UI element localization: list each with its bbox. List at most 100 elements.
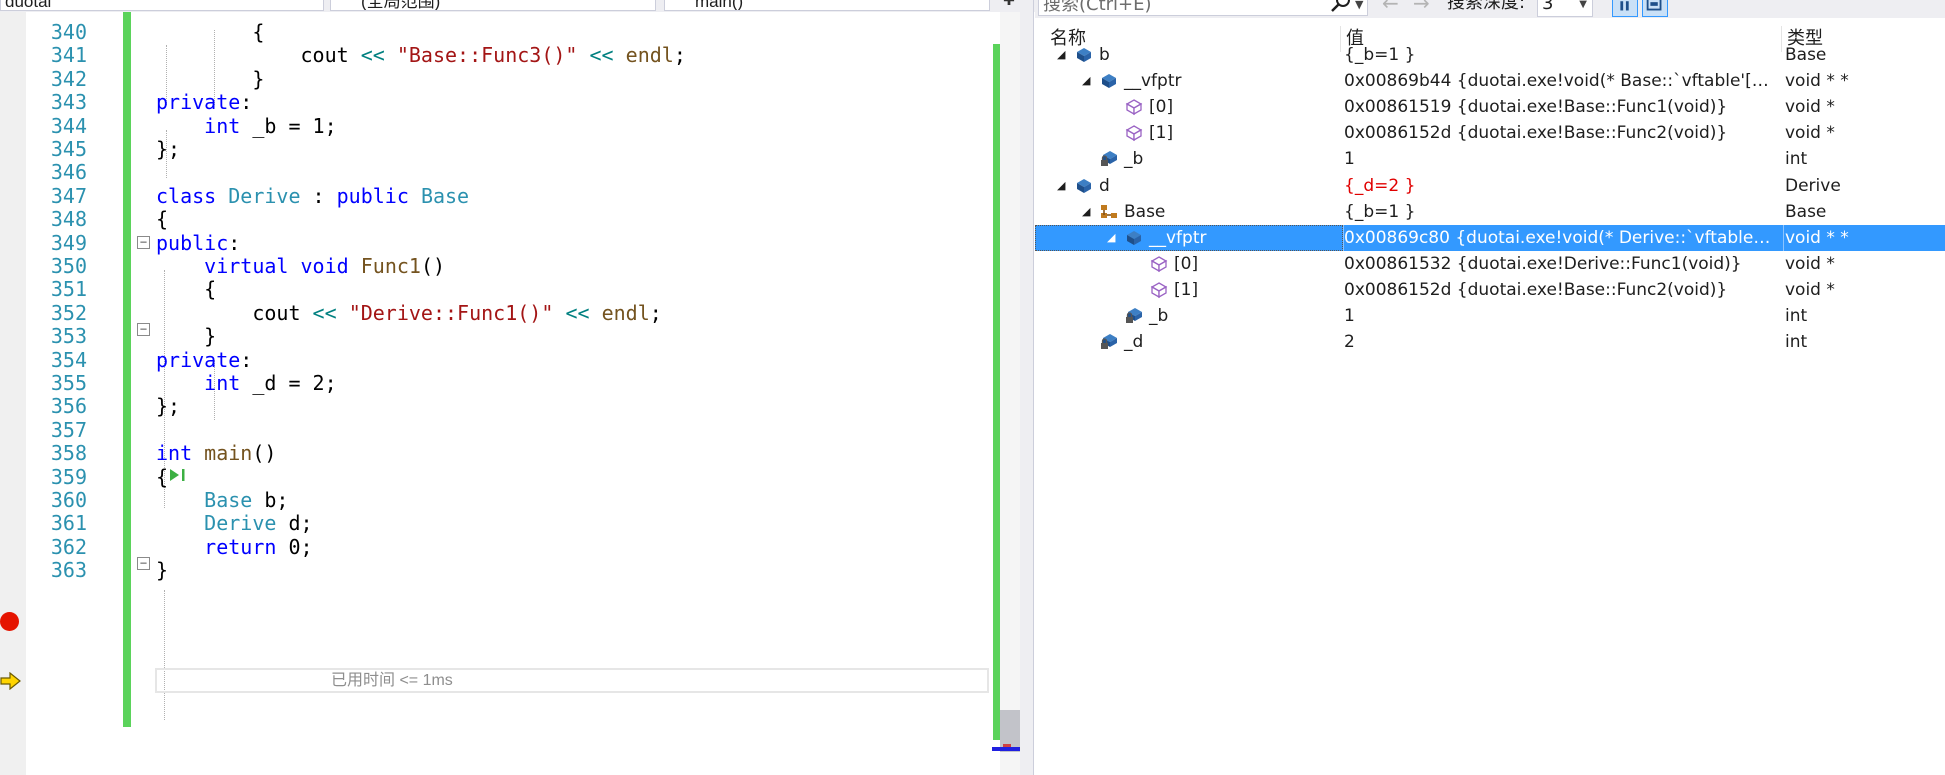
watch-value[interactable]: {_d=2 } (1344, 173, 1774, 199)
watch-row[interactable]: ◢ b {_b=1 } Base (1035, 42, 1945, 68)
code-token: Base (420, 183, 470, 208)
watch-row[interactable]: ◢ d {_d=2 } Derive (1035, 173, 1945, 199)
watch-value[interactable]: 0x00869b44 {duotai.exe!void(* Base::`vft… (1344, 68, 1774, 94)
code-token: : (240, 90, 253, 115)
code-token: << (360, 43, 385, 68)
split-window-icon[interactable]: ✚ (998, 0, 1020, 10)
perf-tip[interactable]: 已用时间 <= 1ms (331, 670, 453, 692)
watch-row[interactable]: [1] 0x0086152d {duotai.exe!Base::Func2(vo… (1035, 120, 1945, 146)
collapse-main-toggle[interactable]: − (137, 557, 150, 570)
code-token: int (204, 113, 241, 138)
variable-icon (1100, 72, 1118, 90)
watch-value[interactable]: {_b=1 } (1344, 42, 1774, 68)
element-icon (1150, 281, 1168, 299)
watch-value[interactable]: 0x0086152d {duotai.exe!Base::Func2(void)… (1344, 120, 1774, 146)
watch-name[interactable]: d (1099, 173, 1110, 199)
watch-row[interactable]: ◢ Base {_b=1 } Base (1035, 199, 1945, 225)
code-token: () (420, 254, 446, 278)
code-text[interactable]: } (156, 556, 168, 585)
watch-name[interactable]: _d (1124, 329, 1143, 355)
code-lines[interactable]: 340 {341 cout << "Base::Func3()" << endl… (0, 12, 1035, 775)
code-token: { (156, 207, 169, 232)
search-back-icon[interactable]: ← (1382, 0, 1399, 15)
collapse-class-derive-toggle[interactable]: − (137, 236, 150, 249)
watch-type: Derive (1785, 175, 1841, 196)
watch-window[interactable]: 搜索(Ctrl+E) ▼ ← → 搜索深度: 3 ▼ 名称 值 类型 ◢ b {… (1035, 0, 1945, 775)
watch-name[interactable]: [1] (1149, 120, 1173, 146)
watch-name[interactable]: _b (1124, 146, 1143, 172)
watch-row[interactable]: [0] 0x00861532 {duotai.exe!Derive::Func1(… (1035, 251, 1945, 277)
code-token: } (156, 66, 265, 91)
expand-toggle-icon[interactable]: ◢ (1057, 173, 1065, 199)
run-to-click-icon[interactable] (168, 466, 190, 484)
watch-value[interactable]: 1 (1344, 146, 1774, 172)
search-forward-icon[interactable]: → (1413, 0, 1430, 15)
code-token: private (156, 90, 241, 115)
watch-row[interactable]: ◢ __vfptr 0x00869b44 {duotai.exe!void(* Ba… (1035, 68, 1945, 94)
watch-type: void * * (1785, 227, 1849, 248)
scope-dropdown[interactable]: (全局范围) (330, 0, 656, 11)
cell-divider (1783, 224, 1784, 251)
pane-splitter[interactable] (1020, 0, 1034, 775)
collapse-func1-toggle[interactable]: − (137, 323, 150, 336)
member-dropdown[interactable]: main() (664, 0, 990, 11)
code-token: cout (156, 43, 361, 68)
code-token: { (156, 20, 265, 44)
code-token: class (156, 183, 217, 208)
search-depth-label: 搜索深度: (1447, 0, 1526, 13)
code-token: int (204, 371, 241, 395)
vertical-scrollbar[interactable] (1000, 12, 1020, 775)
watch-value[interactable]: 0x00869c80 {duotai.exe!void(* Derive::`v… (1344, 225, 1774, 251)
pin-icon[interactable] (1612, 0, 1638, 17)
watch-row[interactable]: [1] 0x0086152d {duotai.exe!Base::Func2(vo… (1035, 277, 1945, 303)
watch-row[interactable]: _d 2 int (1035, 329, 1945, 355)
variable-icon (1075, 46, 1093, 64)
watch-name[interactable]: b (1099, 42, 1110, 68)
expand-toggle-icon[interactable]: ◢ (1057, 42, 1065, 68)
breakpoint-icon[interactable] (0, 612, 19, 631)
search-icon[interactable] (1330, 0, 1352, 14)
watch-name[interactable]: [0] (1149, 94, 1173, 120)
watch-row-selected[interactable]: ◢ __vfptr 0x00869c80 {duotai.exe!void(* De… (1035, 224, 1945, 251)
watch-value[interactable]: 0x0086152d {duotai.exe!Base::Func2(void)… (1344, 277, 1774, 303)
watch-value[interactable]: 2 (1344, 329, 1774, 355)
watch-name[interactable]: __vfptr (1124, 68, 1182, 94)
scrollbar-caret-mark (992, 747, 1022, 751)
expand-toggle-icon[interactable]: ◢ (1082, 199, 1090, 225)
code-line[interactable]: 363} (0, 556, 1000, 585)
execution-arrow-icon[interactable] (0, 672, 22, 690)
watch-name[interactable]: _b (1149, 303, 1168, 329)
watch-name[interactable]: __vfptr (1149, 225, 1207, 251)
expand-toggle-icon[interactable]: ◢ (1082, 68, 1090, 94)
watch-value[interactable]: 1 (1344, 303, 1774, 329)
code-token: endl (625, 43, 674, 68)
watch-value[interactable]: {_b=1 } (1344, 199, 1774, 225)
expand-toggle-icon[interactable]: ◢ (1107, 225, 1115, 251)
watch-value[interactable]: 0x00861532 {duotai.exe!Derive::Func1(voi… (1344, 251, 1774, 277)
watch-name[interactable]: [0] (1174, 251, 1198, 277)
chevron-down-icon[interactable]: ▼ (1355, 0, 1363, 11)
code-token: { (156, 464, 169, 489)
view-options-icon[interactable] (1642, 0, 1668, 17)
code-token: : (228, 230, 241, 255)
watch-value[interactable]: 0x00861519 {duotai.exe!Base::Func1(void)… (1344, 94, 1774, 120)
watch-row[interactable]: _b 1 int (1035, 146, 1945, 172)
code-editor[interactable]: duotai (全局范围) main() ✚ 340 {341 cout << … (0, 0, 1035, 775)
watch-row[interactable]: _b 1 int (1035, 303, 1945, 329)
watch-type: void * (1785, 253, 1835, 274)
search-depth-select[interactable]: 3 ▼ (1537, 0, 1593, 17)
search-input[interactable]: 搜索(Ctrl+E) (1038, 0, 1368, 16)
navigation-bar: duotai (全局范围) main() ✚ (0, 0, 1035, 12)
watch-name[interactable]: [1] (1174, 277, 1198, 303)
watch-row[interactable]: [0] 0x00861519 {duotai.exe!Base::Func1(vo… (1035, 94, 1945, 120)
code-token: Func1 (360, 254, 421, 278)
code-token: } (156, 558, 169, 583)
watch-type: int (1785, 332, 1808, 353)
project-dropdown[interactable]: duotai (0, 0, 324, 11)
watch-name[interactable]: Base (1124, 199, 1165, 225)
